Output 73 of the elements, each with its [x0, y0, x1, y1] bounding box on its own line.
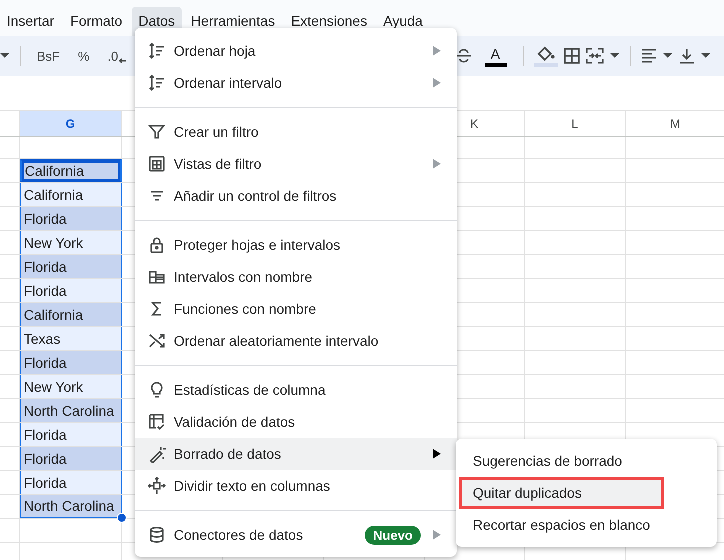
- menu-item[interactable]: Ayuda: [376, 7, 430, 36]
- table-cell: North Carolina: [20, 399, 122, 422]
- table-cell: North Carolina: [20, 495, 122, 518]
- validation-icon: [148, 413, 166, 431]
- column-header[interactable]: L: [525, 111, 626, 136]
- table-cell: Texas: [20, 327, 122, 350]
- menu-item[interactable]: Añadir un control de filtros: [135, 180, 457, 212]
- table-cell: Florida: [20, 279, 122, 302]
- submenu-arrow-icon: [433, 449, 441, 459]
- table-cell: Florida: [20, 471, 122, 494]
- submenu-arrow-icon: [433, 530, 441, 540]
- table-cell: California: [20, 183, 122, 206]
- arrow-left-icon: [118, 58, 127, 64]
- table-cell: Florida: [20, 351, 122, 374]
- table-cell: California: [20, 159, 122, 182]
- magic-wand-icon: [148, 445, 166, 463]
- menu-item[interactable]: Sugerencias de borrado: [456, 445, 717, 477]
- menu-item[interactable]: Extensiones: [284, 7, 374, 36]
- filter-grid-icon: [148, 155, 166, 173]
- decrease-decimal-button[interactable]: .0: [102, 48, 133, 64]
- menu-item[interactable]: Proteger hojas e intervalos: [135, 229, 457, 261]
- menu-item[interactable]: Funciones con nombre: [135, 293, 457, 325]
- lightbulb-icon: [148, 381, 166, 399]
- submenu-arrow-icon: [433, 159, 441, 169]
- fill-handle[interactable]: [117, 513, 127, 523]
- caret-icon[interactable]: [700, 53, 711, 59]
- menu-item[interactable]: Intervalos con nombre: [135, 261, 457, 293]
- caret-icon[interactable]: [662, 53, 673, 59]
- menu-item[interactable]: Borrado de datos: [135, 438, 457, 470]
- named-range-icon: [148, 268, 166, 286]
- table-cell: Florida: [20, 255, 122, 278]
- column-header[interactable]: M: [626, 111, 724, 136]
- menu-item[interactable]: Ordenar intervalo: [135, 67, 457, 99]
- table-cell: New York: [20, 375, 122, 398]
- menu-item[interactable]: Dividir texto en columnas: [135, 470, 457, 502]
- align-bottom-icon[interactable]: [678, 48, 695, 64]
- merge-cells-icon[interactable]: [586, 48, 604, 64]
- strikethrough-icon[interactable]: [454, 47, 473, 65]
- shuffle-icon: [148, 332, 166, 350]
- menu-item[interactable]: Ordenar hoja: [135, 35, 457, 67]
- menu-item[interactable]: Insertar: [0, 7, 62, 36]
- menu-item[interactable]: Estadísticas de columna: [135, 374, 457, 406]
- filter-icon: [148, 123, 166, 141]
- split-arrows-icon: [148, 477, 166, 495]
- table-cell: California: [20, 303, 122, 326]
- new-badge: Nuevo: [365, 526, 421, 544]
- column-header[interactable]: G: [20, 111, 122, 136]
- borders-icon[interactable]: [564, 48, 580, 64]
- paint-bucket-icon[interactable]: [534, 45, 558, 67]
- sort-icon: [148, 74, 166, 92]
- menu-item[interactable]: Validación de datos: [135, 406, 457, 438]
- database-icon: [148, 526, 166, 544]
- submenu-arrow-icon: [433, 78, 441, 88]
- table-cell: New York: [20, 231, 122, 254]
- menu-item[interactable]: Vistas de filtro: [135, 148, 457, 180]
- menu-item[interactable]: Recortar espacios en blanco: [456, 509, 717, 541]
- menu-item[interactable]: Ordenar aleatoriamente intervalo: [135, 325, 457, 357]
- menu-item[interactable]: Conectores de datos Nuevo: [135, 519, 457, 551]
- caret-icon[interactable]: [0, 53, 10, 59]
- submenu-arrow-icon: [433, 46, 441, 56]
- align-left-icon[interactable]: [640, 48, 657, 64]
- table-cell: Florida: [20, 423, 122, 446]
- menu-item[interactable]: Formato: [63, 7, 130, 36]
- lock-icon: [148, 236, 166, 254]
- format-button[interactable]: BsF: [31, 48, 66, 64]
- caret-icon[interactable]: [610, 53, 620, 59]
- sort-icon: [148, 42, 166, 60]
- menu-item[interactable]: Herramientas: [184, 7, 282, 36]
- table-cell: Florida: [20, 447, 122, 470]
- format-button[interactable]: %: [72, 48, 96, 64]
- table-cell: Florida: [20, 207, 122, 230]
- text-color-button[interactable]: A: [478, 46, 513, 66]
- menu-item[interactable]: Quitar duplicados: [459, 477, 664, 509]
